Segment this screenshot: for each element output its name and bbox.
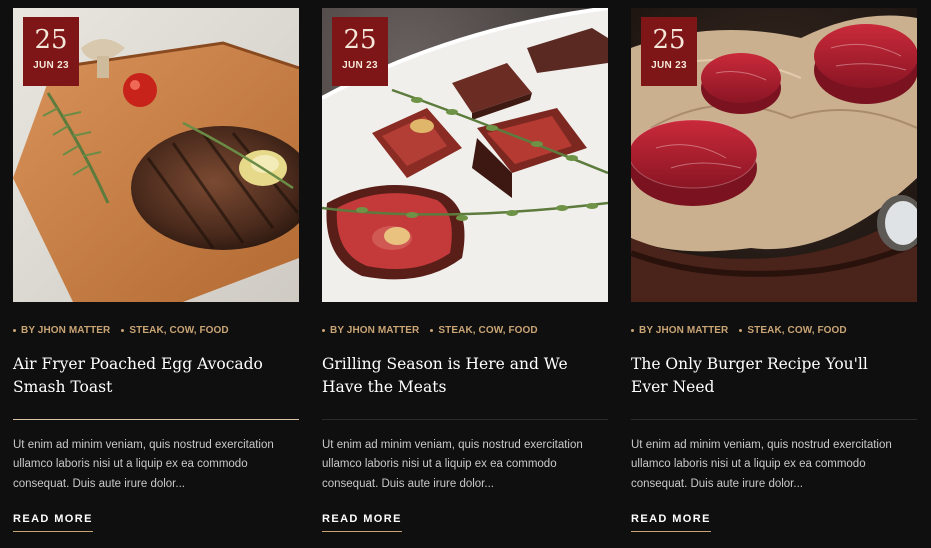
post-date-month: JUN 23 xyxy=(342,60,378,71)
post-title[interactable]: The Only Burger Recipe You'll Ever Need xyxy=(631,353,901,401)
post-author-label: BY JHON MATTER xyxy=(639,324,729,336)
post-card: 25 JUN 23 BY JHON MATTER STEAK, COW, FOO… xyxy=(631,8,917,532)
post-date-badge: 25 JUN 23 xyxy=(332,17,388,86)
post-tags[interactable]: STEAK, COW, FOOD xyxy=(430,324,538,336)
post-date-badge: 25 JUN 23 xyxy=(641,17,697,86)
post-title[interactable]: Air Fryer Poached Egg Avocado Smash Toas… xyxy=(13,353,283,401)
post-card: 25 JUN 23 BY JHON MATTER STEAK, COW, FOO… xyxy=(322,8,608,532)
post-title-line: Grilling Season is Here and We xyxy=(322,355,568,373)
post-author[interactable]: BY JHON MATTER xyxy=(631,325,728,336)
post-date-day: 25 xyxy=(652,25,686,55)
post-excerpt: Ut enim ad minim veniam, quis nostrud ex… xyxy=(631,439,892,490)
post-excerpt: Ut enim ad minim veniam, quis nostrud ex… xyxy=(13,439,274,490)
post-author[interactable]: BY JHON MATTER xyxy=(13,325,110,336)
bullet-icon xyxy=(322,328,325,332)
bullet-icon xyxy=(121,328,125,332)
bullet-icon xyxy=(430,328,434,332)
read-more-link[interactable]: READ MORE xyxy=(631,513,711,532)
post-divider xyxy=(13,419,299,420)
bullet-icon xyxy=(739,328,743,332)
post-image[interactable]: 25 JUN 23 xyxy=(13,8,299,302)
post-author[interactable]: BY JHON MATTER xyxy=(322,325,419,336)
blog-post-grid: 25 JUN 23 BY JHON MATTER STEAK, COW, FOO… xyxy=(0,0,931,548)
post-meta: BY JHON MATTER STEAK, COW, FOOD xyxy=(631,324,917,336)
post-date-day: 25 xyxy=(343,25,377,55)
post-divider xyxy=(631,419,917,420)
post-image[interactable]: 25 JUN 23 xyxy=(631,8,917,302)
post-title-line: Ever Need xyxy=(631,378,715,396)
post-title-line: Smash Toast xyxy=(13,378,113,396)
post-tags[interactable]: STEAK, COW, FOOD xyxy=(739,324,847,336)
post-date-month: JUN 23 xyxy=(651,60,687,71)
post-image[interactable]: 25 JUN 23 xyxy=(322,8,608,302)
post-tags-label: STEAK, COW, FOOD xyxy=(438,324,538,336)
post-excerpt: Ut enim ad minim veniam, quis nostrud ex… xyxy=(322,439,583,490)
post-meta: BY JHON MATTER STEAK, COW, FOOD xyxy=(322,324,608,336)
post-title-line: Have the Meats xyxy=(322,378,447,396)
post-title-line: Air Fryer Poached Egg Avocado xyxy=(13,355,263,373)
read-more-link[interactable]: READ MORE xyxy=(13,513,93,532)
bullet-icon xyxy=(13,328,16,332)
post-tags[interactable]: STEAK, COW, FOOD xyxy=(121,324,229,336)
read-more-link[interactable]: READ MORE xyxy=(322,513,402,532)
post-card: 25 JUN 23 BY JHON MATTER STEAK, COW, FOO… xyxy=(13,8,299,532)
post-tags-label: STEAK, COW, FOOD xyxy=(129,324,229,336)
post-author-label: BY JHON MATTER xyxy=(21,324,111,336)
post-title[interactable]: Grilling Season is Here and We Have the … xyxy=(322,353,592,401)
post-divider xyxy=(322,419,608,420)
post-author-label: BY JHON MATTER xyxy=(330,324,420,336)
post-date-month: JUN 23 xyxy=(33,60,69,71)
post-date-badge: 25 JUN 23 xyxy=(23,17,79,86)
post-title-line: The Only Burger Recipe You'll xyxy=(631,355,868,373)
post-date-day: 25 xyxy=(34,25,68,55)
post-tags-label: STEAK, COW, FOOD xyxy=(747,324,847,336)
bullet-icon xyxy=(631,328,634,332)
post-meta: BY JHON MATTER STEAK, COW, FOOD xyxy=(13,324,299,336)
